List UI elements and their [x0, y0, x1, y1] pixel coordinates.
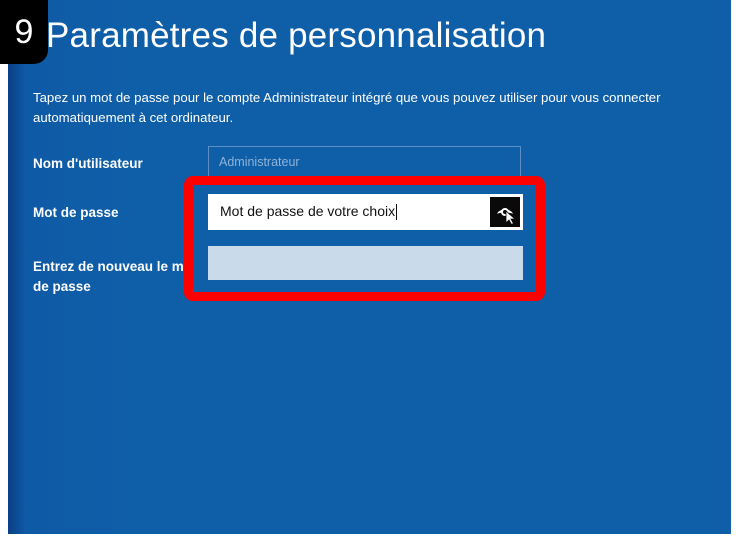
reveal-password-button[interactable]: [490, 197, 520, 227]
instruction-text: Tapez un mot de passe pour le compte Adm…: [33, 90, 661, 125]
page-title: Paramètres de personnalisation: [46, 16, 547, 55]
step-number-badge: 9: [0, 0, 48, 64]
setup-screen: Paramètres de personnalisation Tapez un …: [8, 0, 731, 534]
password-field[interactable]: Mot de passe de votre choix: [208, 194, 523, 230]
username-field: Administrateur: [208, 146, 521, 178]
eye-reveal-icon: [497, 208, 517, 225]
username-label: Nom d'utilisateur: [33, 156, 143, 171]
repeat-password-field[interactable]: [208, 246, 523, 280]
mouse-pointer-icon: [505, 210, 517, 225]
repeat-password-label: Entrez de nouveau le mot de passe: [33, 259, 197, 294]
password-value: Mot de passe de votre choix: [220, 203, 396, 219]
password-label: Mot de passe: [33, 205, 119, 220]
